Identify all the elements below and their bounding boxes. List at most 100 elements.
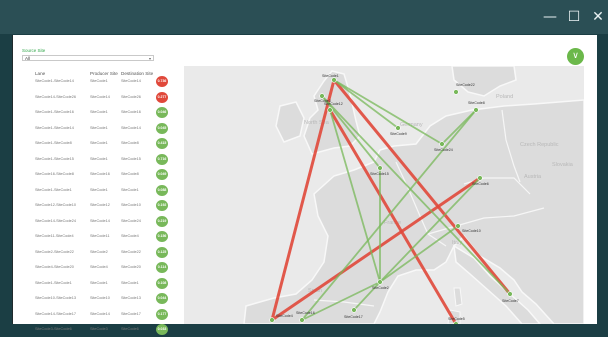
site-marker[interactable]: [453, 89, 459, 95]
producer-cell: SiteCode12: [90, 203, 110, 207]
close-button[interactable]: ✕: [589, 8, 607, 26]
producer-cell: SiteCode1: [90, 280, 108, 285]
score-badge: 0.156: [156, 231, 168, 242]
lane-cell: SiteCode1-SiteCode16: [35, 110, 74, 114]
site-marker[interactable]: [395, 125, 401, 131]
table-row[interactable]: SiteCode1-SiteCode1 SiteCode1 SiteCode1 0.1…: [30, 275, 180, 291]
lane-cell: SiteCode4-SiteCode20: [35, 265, 74, 269]
score-badge: 0.415: [156, 138, 168, 149]
table-row[interactable]: SiteCode2-SiteCode22 SiteCode2 SiteCode22 0…: [30, 244, 180, 260]
table-row[interactable]: SiteCode12-SiteCode10 SiteCode12 SiteCode1…: [30, 197, 180, 213]
site-marker[interactable]: [439, 141, 445, 147]
producer-cell: SiteCode10: [90, 296, 110, 300]
producer-cell: SiteCode1: [90, 141, 108, 145]
producer-cell: SiteCode1: [90, 79, 108, 83]
europe-route-map[interactable]: North SeaGermanyFranceItalyPolandCzech R…: [184, 66, 584, 324]
site-marker[interactable]: [455, 223, 461, 229]
site-label: SiteCode4: [276, 314, 293, 318]
score-badge: 0.108: [156, 277, 168, 289]
land-ireland: [275, 101, 305, 143]
site-marker[interactable]: [477, 175, 483, 181]
score-badge: 0.033: [156, 324, 168, 335]
site-label: SiteCode7: [502, 299, 519, 303]
producer-cell: SiteCode3: [90, 327, 108, 331]
site-marker[interactable]: [473, 107, 479, 113]
destination-cell: SiteCode22: [121, 249, 141, 254]
source-site-dropdown[interactable]: All ▾: [22, 55, 154, 61]
table-row[interactable]: SiteCode1-SiteCode15 SiteCode1 SiteCode15 0…: [30, 151, 180, 167]
site-marker[interactable]: [327, 107, 333, 113]
site-marker[interactable]: [507, 291, 513, 297]
producer-cell: SiteCode11: [90, 234, 110, 238]
lane-cell: SiteCode10-SiteCode13: [35, 296, 76, 300]
score-badge: 0.277: [156, 91, 168, 103]
site-marker[interactable]: [351, 307, 357, 313]
producer-cell: SiteCode1: [90, 110, 108, 114]
site-marker[interactable]: [299, 317, 305, 323]
destination-cell: SiteCode14: [121, 79, 141, 83]
producer-cell: SiteCode14: [90, 218, 110, 223]
destination-cell: SiteCode6: [121, 327, 139, 331]
table-row[interactable]: SiteCode1-SiteCode1 SiteCode1 SiteCode1 0.0…: [30, 182, 180, 198]
lane-cell: SiteCode3-SiteCode6: [35, 327, 72, 331]
destination-cell: SiteCode24: [121, 218, 141, 223]
destination-cell: SiteCode15: [121, 156, 141, 161]
table-row[interactable]: SiteCode1-SiteCode8 SiteCode1 SiteCode8 0.4…: [30, 135, 180, 151]
lane-cell: SiteCode1-SiteCode14: [35, 125, 74, 130]
producer-cell: SiteCode2: [90, 249, 108, 254]
lane-cell: SiteCode1-SiteCode14: [35, 79, 74, 83]
lane-cell: SiteCode1-SiteCode1: [35, 280, 72, 285]
producer-cell: SiteCode1: [90, 187, 108, 192]
lane-cell: SiteCode1-SiteCode15: [35, 156, 74, 161]
destination-cell: SiteCode4: [121, 234, 139, 238]
table-row[interactable]: SiteCode4-SiteCode20 SiteCode4 SiteCode20 0…: [30, 259, 180, 275]
lane-cell: SiteCode1-SiteCode8: [35, 141, 72, 145]
place-label: Poland: [496, 94, 513, 100]
table-row[interactable]: SiteCode14-SiteCode26 SiteCode14 SiteCode2…: [30, 89, 180, 105]
table-row[interactable]: SiteCode14-SiteCode17 SiteCode14 SiteCode1…: [30, 306, 180, 322]
table-row[interactable]: SiteCode14-SiteCode24 SiteCode14 SiteCode2…: [30, 213, 180, 229]
place-label: Czech Republic: [520, 142, 559, 148]
arrow-down-icon[interactable]: ∨: [567, 48, 584, 65]
score-badge: 0.045: [156, 122, 168, 134]
table-row[interactable]: SiteCode16-SiteCode8 SiteCode16 SiteCode8 0…: [30, 166, 180, 182]
destination-cell: SiteCode8: [121, 141, 139, 145]
land-scandinavia: [451, 66, 517, 97]
score-badge: 0.125: [156, 246, 168, 258]
producer-cell: SiteCode1: [90, 156, 108, 161]
table-row[interactable]: SiteCode11-SiteCode4 SiteCode11 SiteCode4 0…: [30, 228, 180, 244]
destination-cell: SiteCode13: [121, 296, 141, 300]
site-marker[interactable]: [331, 77, 337, 83]
lane-cell: SiteCode14-SiteCode17: [35, 311, 76, 316]
lane-cell: SiteCode2-SiteCode22: [35, 249, 74, 254]
site-marker[interactable]: [319, 93, 325, 99]
minimize-button[interactable]: —: [541, 8, 559, 26]
place-label: North Sea: [304, 120, 330, 126]
table-row[interactable]: SiteCode1-SiteCode16 SiteCode1 SiteCode16 0…: [30, 104, 180, 120]
lane-cell: SiteCode11-SiteCode4: [35, 234, 74, 238]
table-row[interactable]: SiteCode1-SiteCode14 SiteCode1 SiteCode14 0…: [30, 120, 180, 136]
title-bar: — ☐ ✕: [0, 0, 608, 34]
site-marker[interactable]: [377, 165, 383, 171]
table-row[interactable]: SiteCode1-SiteCode14 SiteCode1 SiteCode14 0…: [30, 73, 180, 89]
table-row[interactable]: SiteCode3-SiteCode6 SiteCode3 SiteCode6 0.0…: [30, 321, 180, 337]
place-label: Austria: [524, 174, 542, 180]
source-site-value: All: [25, 56, 31, 61]
destination-cell: SiteCode20: [121, 265, 141, 269]
site-label: SiteCode17: [344, 315, 363, 319]
destination-cell: SiteCode1: [121, 187, 139, 192]
site-marker[interactable]: [377, 279, 383, 285]
table-row[interactable]: SiteCode10-SiteCode13 SiteCode10 SiteCode1…: [30, 290, 180, 306]
site-label: SiteCode6: [472, 182, 489, 186]
score-badge: 0.046: [156, 107, 168, 118]
land-corsica: [453, 287, 463, 307]
lane-cell: SiteCode12-SiteCode10: [35, 203, 76, 207]
site-marker[interactable]: [269, 317, 275, 323]
land-masses: [243, 66, 584, 324]
destination-cell: SiteCode1: [121, 280, 139, 285]
lane-cell: SiteCode1-SiteCode1: [35, 187, 72, 192]
score-badge: 0.088: [156, 184, 168, 196]
place-label: Slovakia: [552, 162, 574, 168]
site-label: SiteCode24: [434, 148, 453, 152]
maximize-button[interactable]: ☐: [565, 8, 583, 26]
